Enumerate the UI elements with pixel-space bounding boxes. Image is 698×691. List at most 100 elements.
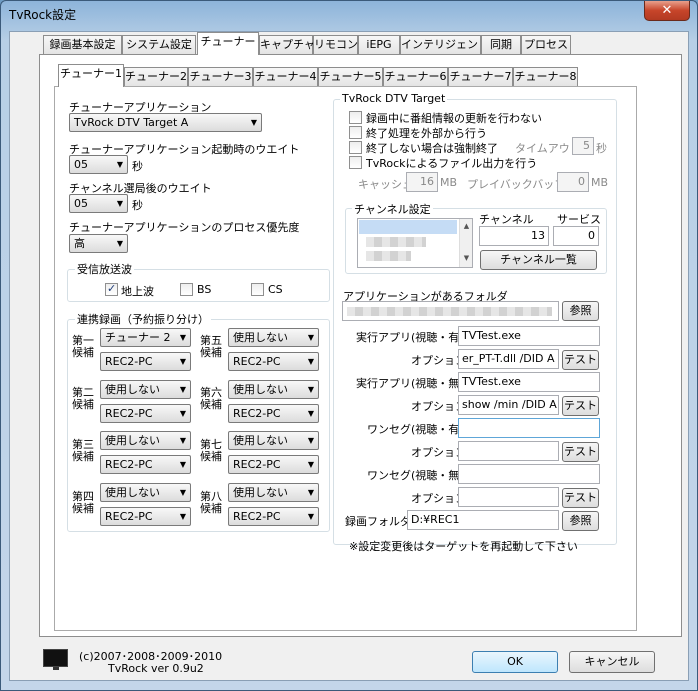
candidate3-pc-select[interactable]: REC2-PC ▼ [100,455,191,474]
candidate5-pc-select[interactable]: REC2-PC ▼ [228,352,319,371]
oneseg-noview-label: ワンセグ(視聴・無) [367,469,464,482]
tab-process[interactable]: プロセス [521,35,571,55]
tab-intelligent[interactable]: インテリジェント [400,35,489,55]
timeout-label: タイムアウト [515,142,581,155]
exec-view-label: 実行アプリ(視聴・有) [356,331,464,344]
tab-sync[interactable]: 同期 [481,35,521,55]
candidate1-pc-select[interactable]: REC2-PC ▼ [100,352,191,371]
blurred-channel-row [366,251,411,261]
window-frame: TvRock設定 ✕ 録画基本設定 システム設定 チューナー キャプチャ リモコ… [0,0,698,691]
priority-select[interactable]: 高 ▼ [69,234,128,253]
channel-input[interactable]: 13 [479,226,549,246]
window-title: TvRock設定 [9,8,77,22]
force-exit-label: 終了しない場合は強制終了 [366,142,498,155]
channel-wait-select[interactable]: 05 ▼ [69,194,128,213]
tab-system[interactable]: システム設定 [122,35,196,55]
tab-recording-basic[interactable]: 録画基本設定 [43,35,122,55]
candidate2-tuner-select[interactable]: 使用しない ▼ [100,380,191,399]
timeout-input[interactable]: 5 [572,137,594,155]
bs-label: BS [197,283,212,296]
playback-unit: MB [591,176,609,189]
app-folder-input[interactable] [342,301,559,321]
terrestrial-label: 地上波 [121,285,154,298]
tab-iepg[interactable]: iEPG [358,35,400,55]
service-input[interactable]: 0 [553,226,599,246]
channel-list-button[interactable]: チャンネル一覧 [480,250,597,270]
external-exit-checkbox[interactable] [349,126,362,139]
candidate6-label: 第六 候補 [200,386,222,411]
candidate8-pc-select[interactable]: REC2-PC ▼ [228,507,319,526]
channel-settings-title: チャンネル設定 [352,201,433,217]
ok-button[interactable]: OK [472,651,558,673]
oneseg-view-test-button[interactable]: テスト [562,442,599,462]
cs-label: CS [268,283,283,296]
cancel-button[interactable]: キャンセル [569,651,655,673]
candidate1-tuner-select[interactable]: チューナー 2 ▼ [100,328,191,347]
monitor-stand-icon [53,667,59,670]
channel-list-scrollbar[interactable]: ▲ ▼ [459,219,472,267]
linked-recording-title: 連携録画（予約振り分け） [75,311,211,327]
candidate7-tuner-select[interactable]: 使用しない ▼ [228,431,319,450]
no-epg-update-label: 録画中に番組情報の更新を行わない [366,112,542,125]
exec-view-option-input[interactable]: er_PT-T.dll /DID A [458,349,559,369]
oneseg-noview-option-input[interactable] [458,487,559,507]
force-exit-checkbox[interactable] [349,141,362,154]
file-output-label: TvRockによるファイル出力を行う [366,157,538,170]
candidate2-pc-select[interactable]: REC2-PC ▼ [100,404,191,423]
selected-channel-row[interactable] [359,220,457,234]
exec-view-test-button[interactable]: テスト [562,350,599,370]
tuner-tab-panel: チューナー1 チューナー2 チューナー3 チューナー4 チューナー5 チューナー… [39,54,682,637]
playback-input[interactable]: 0 [557,172,589,192]
exec-noview-input[interactable]: TVTest.exe [458,372,600,392]
tab-tuner5[interactable]: チューナー5 [318,67,383,87]
startup-wait-select[interactable]: 05 ▼ [69,155,128,174]
candidate4-pc-select[interactable]: REC2-PC ▼ [100,507,191,526]
cs-checkbox[interactable] [251,283,264,296]
candidate6-tuner-select[interactable]: 使用しない ▼ [228,380,319,399]
close-button[interactable]: ✕ [644,1,690,21]
tab-capture[interactable]: キャプチャ [259,35,315,55]
tab-tuner8[interactable]: チューナー8 [513,67,578,87]
bs-checkbox[interactable] [180,283,193,296]
cache-label: キャッシュ [358,178,413,191]
cache-input[interactable]: 16 [406,172,438,192]
tab-tuner2[interactable]: チューナー2 [124,67,188,87]
terrestrial-checkbox[interactable] [105,282,118,296]
exec-view-input[interactable]: TVTest.exe [458,326,600,346]
tuner-app-select[interactable]: TvRock DTV Target A ▼ [69,113,262,132]
service-label: サービス [557,213,601,226]
candidate7-label: 第七 候補 [200,438,222,463]
candidate8-tuner-select[interactable]: 使用しない ▼ [228,483,319,502]
broadcast-title: 受信放送波 [75,261,134,277]
tab-remote[interactable]: リモコン [313,35,358,55]
rec-folder-browse-button[interactable]: 参照 [562,511,599,531]
oneseg-view-option-input[interactable] [458,441,559,461]
candidate5-label: 第五 候補 [200,334,222,359]
tab-tuner1[interactable]: チューナー1 [58,64,124,87]
candidate7-pc-select[interactable]: REC2-PC ▼ [228,455,319,474]
channel-wait-unit: 秒 [132,199,143,212]
no-epg-update-checkbox[interactable] [349,111,362,124]
tab-tuner3[interactable]: チューナー3 [188,67,253,87]
rec-folder-input[interactable]: D:¥REC1 [407,510,559,530]
file-output-checkbox[interactable] [349,156,362,169]
oneseg-view-input[interactable] [458,418,600,438]
candidate5-tuner-select[interactable]: 使用しない ▼ [228,328,319,347]
oneseg-noview-input[interactable] [458,464,600,484]
exec-noview-option-input[interactable]: show /min /DID A [458,395,559,415]
app-folder-browse-button[interactable]: 参照 [562,301,599,321]
timeout-unit: 秒 [596,142,607,155]
oneseg-noview-test-button[interactable]: テスト [562,488,599,508]
tab-tuner7[interactable]: チューナー7 [448,67,513,87]
exec-noview-test-button[interactable]: テスト [562,396,599,416]
channel-listbox[interactable]: ▲ ▼ [357,218,473,268]
external-exit-label: 終了処理を外部から行う [366,127,487,140]
tab-tuner6[interactable]: チューナー6 [383,67,448,87]
blurred-folder-path [347,307,552,316]
tab-tuner[interactable]: チューナー [197,32,259,55]
candidate4-tuner-select[interactable]: 使用しない ▼ [100,483,191,502]
candidate8-label: 第八 候補 [200,490,222,515]
candidate3-tuner-select[interactable]: 使用しない ▼ [100,431,191,450]
candidate6-pc-select[interactable]: REC2-PC ▼ [228,404,319,423]
tab-tuner4[interactable]: チューナー4 [253,67,318,87]
